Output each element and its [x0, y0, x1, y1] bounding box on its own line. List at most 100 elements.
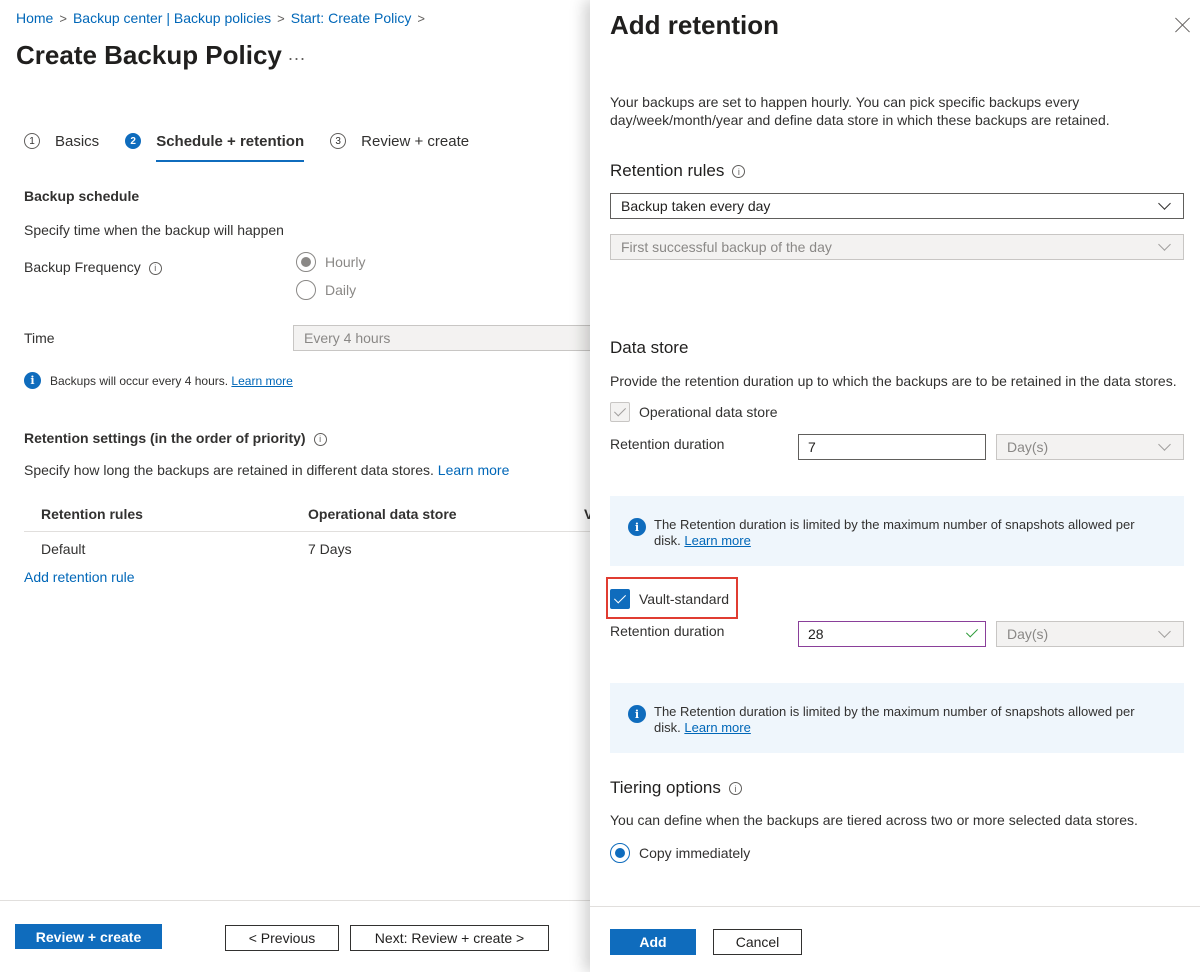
chevron-down-icon [1159, 628, 1171, 640]
retention-rules-text: Retention rules [610, 161, 724, 180]
info-icon[interactable]: i [314, 433, 327, 446]
wizard-footer: Review + create < Previous Next: Review … [0, 900, 590, 972]
info-icon[interactable]: i [149, 262, 162, 275]
valid-check-icon [966, 625, 978, 637]
retention-settings-heading: Retention settings (in the order of prio… [24, 430, 327, 446]
column-header: Retention rules [24, 506, 308, 522]
close-icon[interactable] [1172, 14, 1194, 36]
vault-info-message: The Retention duration is limited by the… [654, 704, 1154, 736]
info-filled-icon: i [628, 705, 646, 723]
info-icon[interactable]: i [729, 782, 742, 795]
page-title: Create Backup Policy [16, 40, 282, 71]
info-icon[interactable]: i [732, 165, 745, 178]
unit-value: Day(s) [1007, 626, 1048, 642]
panel-intro: Your backups are set to happen hourly. Y… [610, 93, 1110, 129]
table-row[interactable]: Default 7 Days [24, 532, 590, 566]
radio-selected-icon [296, 252, 316, 272]
retention-duration-label: Retention duration [610, 623, 724, 639]
breadcrumb-backup-policies[interactable]: Backup center | Backup policies [73, 10, 271, 26]
backup-selection-select: First successful backup of the day [610, 234, 1184, 260]
radio-selected-icon [610, 843, 630, 863]
operational-duration-input[interactable]: 7 [798, 434, 986, 460]
retention-settings-description: Specify how long the backups are retaine… [24, 462, 509, 478]
breadcrumb-separator: > [59, 11, 67, 26]
vault-standard-label: Vault-standard [639, 591, 729, 607]
panel-intro-line: Your backups are set to happen hourly. Y… [610, 93, 1110, 111]
retention-rules-heading: Retention rules i [610, 161, 745, 181]
add-retention-rule-link[interactable]: Add retention rule [24, 569, 135, 585]
tab-schedule-retention[interactable]: 2 Schedule + retention [125, 128, 304, 154]
time-label: Time [24, 330, 55, 346]
operational-store-label: Operational data store [639, 404, 778, 420]
step-label: Basics [55, 133, 99, 150]
retention-description-text: Specify how long the backups are retaine… [24, 462, 434, 478]
create-policy-page: Home > Backup center | Backup policies > Sta… [0, 0, 590, 972]
vault-learn-more-link[interactable]: Learn more [684, 720, 750, 735]
vault-duration-input[interactable]: 28 [798, 621, 986, 647]
cancel-button[interactable]: Cancel [713, 929, 802, 955]
step-label: Schedule + retention [156, 133, 304, 150]
schedule-learn-more-link[interactable]: Learn more [231, 374, 292, 388]
backup-schedule-heading: Backup schedule [24, 188, 139, 204]
operational-info-message: The Retention duration is limited by the… [654, 517, 1154, 549]
tab-review-create[interactable]: 3 Review + create [330, 128, 469, 154]
breadcrumb: Home > Backup center | Backup policies > Sta… [16, 10, 431, 26]
chevron-down-icon [1159, 441, 1171, 453]
vault-duration-value: 28 [808, 626, 824, 642]
backup-selection-value: First successful backup of the day [621, 239, 832, 255]
schedule-info: i Backups will occur every 4 hours. Lear… [24, 372, 293, 389]
retention-duration-label: Retention duration [610, 436, 724, 452]
previous-button[interactable]: < Previous [225, 925, 339, 951]
operational-unit-select: Day(s) [996, 434, 1184, 460]
radio-unselected-icon [296, 280, 316, 300]
radio-copy-immediately[interactable]: Copy immediately [610, 843, 750, 863]
tiering-options-text: Tiering options [610, 778, 721, 797]
backup-frequency-label: Backup Frequency i [24, 259, 162, 275]
panel-title: Add retention [610, 10, 779, 41]
copy-immediately-label: Copy immediately [639, 845, 750, 861]
add-retention-panel: Add retention Your backups are set to ha… [590, 0, 1200, 972]
rule-cell: Default [24, 541, 308, 557]
breadcrumb-start-create-policy[interactable]: Start: Create Policy [291, 10, 412, 26]
step-number: 3 [330, 133, 346, 149]
more-options-icon[interactable]: ... [288, 44, 306, 65]
chevron-down-icon [1159, 241, 1171, 253]
info-filled-icon: i [24, 372, 41, 389]
operational-learn-more-link[interactable]: Learn more [684, 533, 750, 548]
tab-basics[interactable]: 1 Basics [24, 128, 99, 154]
data-store-heading: Data store [610, 338, 688, 358]
vault-standard-checkbox[interactable]: Vault-standard [610, 589, 729, 609]
retention-rule-select[interactable]: Backup taken every day [610, 193, 1184, 219]
add-button[interactable]: Add [610, 929, 696, 955]
step-number: 2 [125, 133, 141, 149]
vault-unit-select: Day(s) [996, 621, 1184, 647]
checkbox-checked-icon [610, 402, 630, 422]
panel-footer: Add Cancel [590, 906, 1200, 972]
chevron-down-icon [1159, 200, 1171, 212]
backup-schedule-description: Specify time when the backup will happen [24, 222, 284, 238]
retention-table: Retention rules Operational data store V… [24, 496, 590, 566]
time-select[interactable]: Every 4 hours [293, 325, 590, 351]
data-store-description: Provide the retention duration up to whi… [610, 372, 1177, 390]
retention-learn-more-link[interactable]: Learn more [438, 462, 510, 478]
panel-intro-line: day/week/month/year and define data stor… [610, 111, 1110, 129]
breadcrumb-home[interactable]: Home [16, 10, 53, 26]
radio-hourly-label: Hourly [325, 254, 365, 270]
schedule-info-text: Backups will occur every 4 hours. [50, 374, 228, 388]
backup-frequency-text: Backup Frequency [24, 259, 141, 275]
radio-daily[interactable]: Daily [296, 280, 356, 300]
step-number: 1 [24, 133, 40, 149]
info-filled-icon: i [628, 518, 646, 536]
operational-info-box: i The Retention duration is limited by t… [610, 496, 1184, 566]
radio-hourly[interactable]: Hourly [296, 252, 365, 272]
next-button[interactable]: Next: Review + create > [350, 925, 549, 951]
checkbox-checked-icon [610, 589, 630, 609]
wizard-steps: 1 Basics 2 Schedule + retention 3 Review… [24, 128, 495, 154]
column-header: Operational data store [308, 506, 584, 522]
retention-settings-text: Retention settings (in the order of prio… [24, 430, 306, 446]
breadcrumb-separator: > [417, 11, 425, 26]
review-create-button[interactable]: Review + create [15, 924, 162, 949]
retention-rule-value: Backup taken every day [621, 198, 770, 214]
tiering-options-heading: Tiering options i [610, 778, 742, 798]
unit-value: Day(s) [1007, 439, 1048, 455]
